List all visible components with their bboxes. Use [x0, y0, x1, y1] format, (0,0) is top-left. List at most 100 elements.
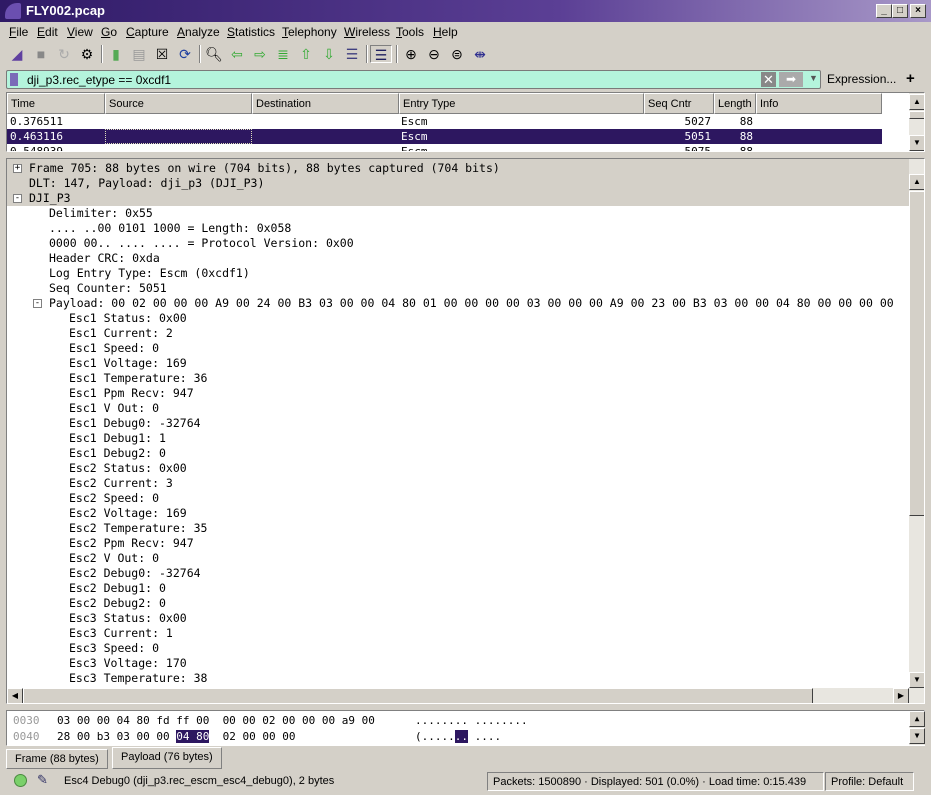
close-button[interactable]: ×: [910, 4, 926, 18]
save-file-icon[interactable]: ▤: [130, 45, 148, 63]
menu-help[interactable]: Help: [433, 25, 458, 39]
tree-item-label: Frame 705: 88 bytes on wire (704 bits), …: [29, 161, 500, 175]
menu-statistics[interactable]: Statistics: [227, 25, 275, 39]
go-forward-icon[interactable]: ⇨: [251, 45, 269, 63]
title-bar: FLY002.pcap _ □ ×: [0, 0, 931, 22]
scroll-left-icon[interactable]: ◀: [7, 688, 23, 703]
cell-entry-type: Escm: [401, 130, 428, 143]
zoom-in-icon[interactable]: ⊕: [402, 45, 420, 63]
scroll-down-icon[interactable]: ▼: [909, 672, 924, 688]
clear-filter-icon[interactable]: ✕: [761, 72, 776, 87]
display-filter-input[interactable]: dji_p3.rec_etype == 0xcdf1 ✕ ➡ ▼: [6, 70, 821, 89]
tree-item-label: Esc2 Current: 3: [69, 476, 173, 490]
scroll-up-icon[interactable]: ▲: [909, 94, 924, 110]
menu-wireless[interactable]: Wireless: [344, 25, 390, 39]
collapse-icon[interactable]: -: [13, 194, 22, 203]
expert-info-icon[interactable]: [14, 774, 27, 787]
tab-frame[interactable]: Frame (88 bytes): [6, 749, 108, 769]
packet-row[interactable]: 0.548939 Escm 5075 88: [7, 144, 882, 152]
hex-bytes[interactable]: 03 00 00 04 80 fd ff 00 00 00 02 00 00 0…: [57, 713, 375, 728]
menu-go[interactable]: Go: [101, 25, 117, 39]
scroll-thumb[interactable]: [909, 191, 924, 516]
open-file-icon[interactable]: ▮: [107, 45, 125, 63]
menu-telephony[interactable]: Telephony: [282, 25, 337, 39]
hex-scrollbar[interactable]: ▲ ▼: [909, 711, 925, 745]
start-capture-icon[interactable]: ◢: [8, 45, 26, 63]
collapse-icon[interactable]: -: [33, 299, 42, 308]
stop-capture-icon[interactable]: ■: [32, 45, 50, 63]
column-info[interactable]: Info: [756, 93, 882, 114]
normal-size-icon[interactable]: ⊜: [448, 45, 466, 63]
column-destination[interactable]: Destination: [252, 93, 399, 114]
cell-seq: 5051: [684, 130, 712, 143]
menu-edit[interactable]: Edit: [37, 25, 58, 39]
cell-seq: 5075: [684, 145, 712, 152]
menu-view[interactable]: View: [67, 25, 93, 39]
expand-icon[interactable]: +: [13, 164, 22, 173]
status-profile[interactable]: Profile: Default: [825, 772, 914, 791]
menu-tools[interactable]: Tools: [396, 25, 424, 39]
scroll-thumb[interactable]: [23, 688, 813, 703]
hex-pane: 0030 03 00 00 04 80 fd ff 00 00 00 02 00…: [6, 710, 925, 746]
ascii-text: ........ ........: [415, 714, 528, 727]
scroll-up-icon[interactable]: ▲: [909, 711, 925, 727]
tree-item-label: Esc3 Temperature: 38: [69, 671, 208, 685]
reload-file-icon[interactable]: ⟳: [176, 45, 194, 63]
column-time[interactable]: Time: [7, 93, 105, 114]
restart-capture-icon[interactable]: ↻: [55, 45, 73, 63]
scroll-thumb[interactable]: [909, 111, 924, 119]
close-file-icon[interactable]: ☒: [153, 45, 171, 63]
zoom-out-icon[interactable]: ⊖: [425, 45, 443, 63]
details-vertical-scrollbar[interactable]: ▲ ▼: [909, 159, 924, 689]
scroll-right-icon[interactable]: ▶: [893, 688, 909, 703]
column-length[interactable]: Length: [714, 93, 756, 114]
tree-item-label: Payload: 00 02 00 00 00 A9 00 24 00 B3 0…: [49, 296, 894, 310]
details-horizontal-scrollbar[interactable]: ◀ ▶: [7, 688, 924, 703]
tree-item-label: 0000 00.. .... .... = Protocol Version: …: [49, 236, 354, 250]
add-filter-button[interactable]: +: [906, 70, 915, 87]
wireshark-logo-icon: [5, 3, 21, 19]
capture-options-icon[interactable]: ⚙: [78, 45, 96, 63]
bookmark-icon[interactable]: [10, 73, 18, 86]
tree-item-label: Esc2 Speed: 0: [69, 491, 160, 505]
menu-file[interactable]: File: [9, 25, 28, 39]
go-back-icon[interactable]: ⇦: [228, 45, 246, 63]
expression-button[interactable]: Expression...: [827, 72, 896, 86]
hex-ascii[interactable]: (....... ....: [415, 729, 501, 744]
tree-item-label: Esc2 V Out: 0: [69, 551, 160, 565]
column-seq-cntr[interactable]: Seq Cntr: [644, 93, 714, 114]
tree-item-label: Esc3 Voltage: 170: [69, 656, 187, 670]
hex-ascii[interactable]: ........ ........: [415, 713, 528, 728]
column-source[interactable]: Source: [105, 93, 252, 114]
maximize-button[interactable]: □: [892, 4, 908, 18]
first-packet-icon[interactable]: ⇧: [297, 45, 315, 63]
menu-analyze[interactable]: Analyze: [177, 25, 220, 39]
apply-filter-icon[interactable]: ➡: [779, 72, 803, 87]
scroll-down-icon[interactable]: ▼: [909, 135, 924, 151]
scroll-up-icon[interactable]: ▲: [909, 174, 924, 190]
minimize-button[interactable]: _: [876, 4, 892, 18]
tree-item-label: Esc2 Ppm Recv: 947: [69, 536, 194, 550]
tab-payload[interactable]: Payload (76 bytes): [112, 747, 222, 769]
hex-bytes[interactable]: 28 00 b3 03 00 00 04 80 02 00 00 00: [57, 729, 295, 744]
tree-item-label: Esc1 Debug0: -32764: [69, 416, 201, 430]
packet-row-selected[interactable]: 0.463116 Escm 5051 88: [7, 129, 882, 144]
edit-comment-icon[interactable]: ✎: [37, 772, 48, 788]
window-title: FLY002.pcap: [26, 3, 106, 18]
packet-row[interactable]: 0.376511 Escm 5027 88: [7, 114, 882, 129]
scroll-down-icon[interactable]: ▼: [909, 728, 925, 744]
column-entry-type[interactable]: Entry Type: [399, 93, 644, 114]
autoscroll-icon[interactable]: ☰: [343, 45, 361, 63]
packet-list-scrollbar[interactable]: ▲ ▼: [909, 93, 924, 151]
go-to-packet-icon[interactable]: ≣: [274, 45, 292, 63]
resize-columns-icon[interactable]: ⇼: [471, 45, 489, 63]
filter-dropdown-icon[interactable]: ▼: [809, 73, 818, 83]
filter-text: dji_p3.rec_etype == 0xcdf1: [27, 73, 172, 87]
colorize-icon[interactable]: ☰: [370, 45, 392, 63]
menu-capture[interactable]: Capture: [126, 25, 169, 39]
hex-bytes-text: 03 00 00 04 80 fd ff 00 00 00 02 00 00 0…: [57, 714, 375, 727]
find-packet-icon[interactable]: 🔍︎: [205, 45, 223, 63]
toolbar-separator: [366, 45, 368, 63]
last-packet-icon[interactable]: ⇩: [320, 45, 338, 63]
tree-item-label: Delimiter: 0x55: [49, 206, 153, 220]
